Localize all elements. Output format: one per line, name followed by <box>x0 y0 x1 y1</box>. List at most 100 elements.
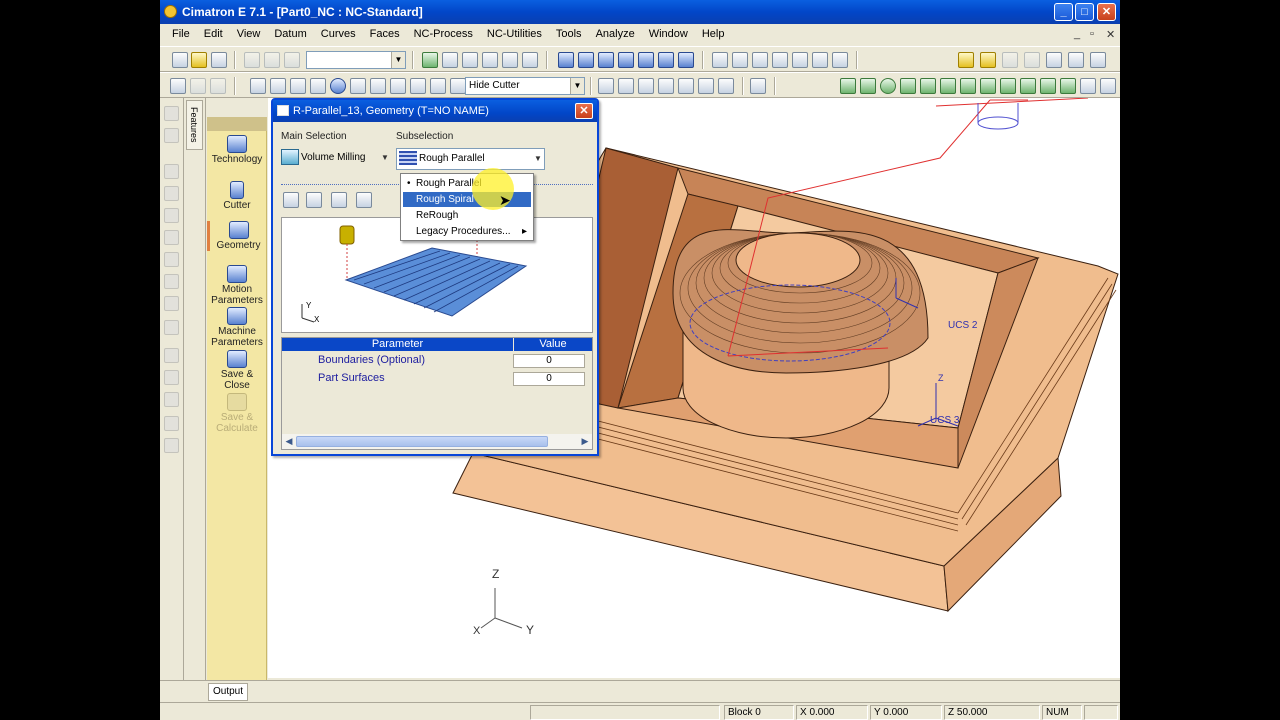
menu-window[interactable]: Window <box>642 26 695 40</box>
menu-datum[interactable]: Datum <box>267 26 313 40</box>
menu-curves[interactable]: Curves <box>314 26 363 40</box>
menu-edit[interactable]: Edit <box>197 26 230 40</box>
nc-list-icon[interactable] <box>310 78 326 94</box>
line-icon[interactable] <box>840 78 856 94</box>
section-icon[interactable] <box>792 52 808 68</box>
row-parameter-value[interactable]: 0 <box>513 372 585 386</box>
wizard-geometry[interactable]: Geometry <box>207 221 267 251</box>
menu-analyze[interactable]: Analyze <box>589 26 642 40</box>
scroll-left-icon[interactable]: ◀ <box>283 435 295 448</box>
settings-icon[interactable] <box>164 296 179 311</box>
main-selection-combo[interactable]: Volume Milling ▼ <box>281 148 391 170</box>
redo-icon[interactable] <box>264 52 280 68</box>
pin-tool-icon[interactable] <box>306 192 322 208</box>
scroll-right-icon[interactable]: ▶ <box>579 435 591 448</box>
render-icon[interactable] <box>812 52 828 68</box>
arc-icon[interactable] <box>900 78 916 94</box>
join-icon[interactable] <box>980 78 996 94</box>
wizard-cutter[interactable]: Cutter <box>207 181 267 211</box>
layer-icon[interactable] <box>164 348 179 363</box>
magnify-icon[interactable] <box>482 52 498 68</box>
offset-icon[interactable] <box>1000 78 1016 94</box>
checkmark-icon[interactable] <box>750 78 766 94</box>
spline-icon[interactable] <box>920 78 936 94</box>
undo-icon[interactable] <box>244 52 260 68</box>
menu-tools[interactable]: Tools <box>549 26 589 40</box>
tree-icon[interactable] <box>164 370 179 385</box>
transparency-icon[interactable] <box>772 52 788 68</box>
toolpath-icon[interactable] <box>598 78 614 94</box>
hidden-line-icon[interactable] <box>752 52 768 68</box>
view-right-icon[interactable] <box>618 52 634 68</box>
dialog-close-button[interactable]: ✕ <box>575 103 593 119</box>
table-row[interactable]: Part Surfaces 0 <box>282 370 592 388</box>
wizard-motion-parameters[interactable]: Motion Parameters <box>207 265 267 306</box>
new-file-icon[interactable] <box>172 52 188 68</box>
tool-holder-icon[interactable] <box>658 78 674 94</box>
export-icon[interactable] <box>164 416 179 431</box>
show-geometry-icon[interactable] <box>356 192 372 208</box>
project-icon[interactable] <box>1020 78 1036 94</box>
menu-nc-process[interactable]: NC-Process <box>407 26 480 40</box>
pick-geometry-icon[interactable] <box>283 192 299 208</box>
mdi-minimize-button[interactable]: _ <box>1074 28 1080 40</box>
view-front-icon[interactable] <box>578 52 594 68</box>
filter-icon[interactable] <box>1002 52 1018 68</box>
multi-point-icon[interactable] <box>678 78 694 94</box>
screen-capture-icon[interactable] <box>1046 52 1062 68</box>
output-tab[interactable]: Output <box>208 683 249 701</box>
minimize-button[interactable]: _ <box>1054 3 1073 21</box>
menu-file[interactable]: File <box>160 26 197 40</box>
table-row[interactable]: Boundaries (Optional) 0 <box>282 352 592 370</box>
light-bulb-on-icon[interactable] <box>980 52 996 68</box>
wizard-save-close[interactable]: Save & Close <box>207 350 267 391</box>
post-icon[interactable] <box>390 78 406 94</box>
print-icon[interactable] <box>1068 52 1084 68</box>
cutter-display-icon[interactable] <box>450 78 466 94</box>
nc-tool-icon[interactable] <box>190 78 206 94</box>
edit-icon[interactable] <box>164 392 179 407</box>
pan-icon[interactable] <box>502 52 518 68</box>
close-button[interactable]: ✕ <box>1097 3 1116 21</box>
row-parameter-value[interactable]: 0 <box>513 354 585 368</box>
select-contour-icon[interactable] <box>331 192 347 208</box>
mdi-close-button[interactable]: ✕ <box>1106 28 1115 41</box>
chamfer-icon[interactable] <box>1060 78 1076 94</box>
maximize-button[interactable]: □ <box>1075 3 1094 21</box>
nc-tree-icon[interactable] <box>290 78 306 94</box>
select-icon[interactable] <box>1024 52 1040 68</box>
horizontal-scrollbar[interactable]: ◀ ▶ <box>282 434 592 449</box>
view-back-icon[interactable] <box>678 52 694 68</box>
tree-points-icon[interactable] <box>698 78 714 94</box>
mdi-restore-button[interactable]: ▫ <box>1090 28 1094 40</box>
wireframe-icon[interactable] <box>732 52 748 68</box>
display-icon[interactable] <box>832 52 848 68</box>
nc-stock-icon[interactable] <box>210 78 226 94</box>
layer-combo[interactable]: ▼ <box>306 51 406 69</box>
delete-icon[interactable] <box>164 274 179 289</box>
zoom-window-icon[interactable] <box>442 52 458 68</box>
verify-icon[interactable] <box>370 78 386 94</box>
menu-item-rerough[interactable]: ReRough <box>403 208 531 223</box>
polyline-icon[interactable] <box>860 78 876 94</box>
wizard-technology[interactable]: Technology <box>207 135 267 165</box>
menu-help[interactable]: Help <box>695 26 732 40</box>
zoom-all-icon[interactable] <box>422 52 438 68</box>
mode-icon[interactable] <box>164 128 179 143</box>
snap-icon[interactable] <box>164 208 179 223</box>
filter-list-icon[interactable] <box>164 164 179 179</box>
nc-program-icon[interactable] <box>250 78 266 94</box>
info-icon[interactable] <box>330 78 346 94</box>
menu-view[interactable]: View <box>230 26 268 40</box>
break-icon[interactable] <box>960 78 976 94</box>
simulate-icon[interactable] <box>350 78 366 94</box>
menu-item-legacy-procedures[interactable]: Legacy Procedures... ▸ <box>403 224 531 239</box>
trim-icon[interactable] <box>940 78 956 94</box>
zoom-dynamic-icon[interactable] <box>462 52 478 68</box>
grid-icon[interactable] <box>164 230 179 245</box>
nc-wizard-icon[interactable] <box>170 78 186 94</box>
fillet-icon[interactable] <box>1040 78 1056 94</box>
scroll-thumb[interactable] <box>296 436 548 447</box>
cutter-display-combo[interactable]: Hide Cutter ▼ <box>465 77 585 95</box>
features-tab[interactable]: Features <box>186 100 203 150</box>
